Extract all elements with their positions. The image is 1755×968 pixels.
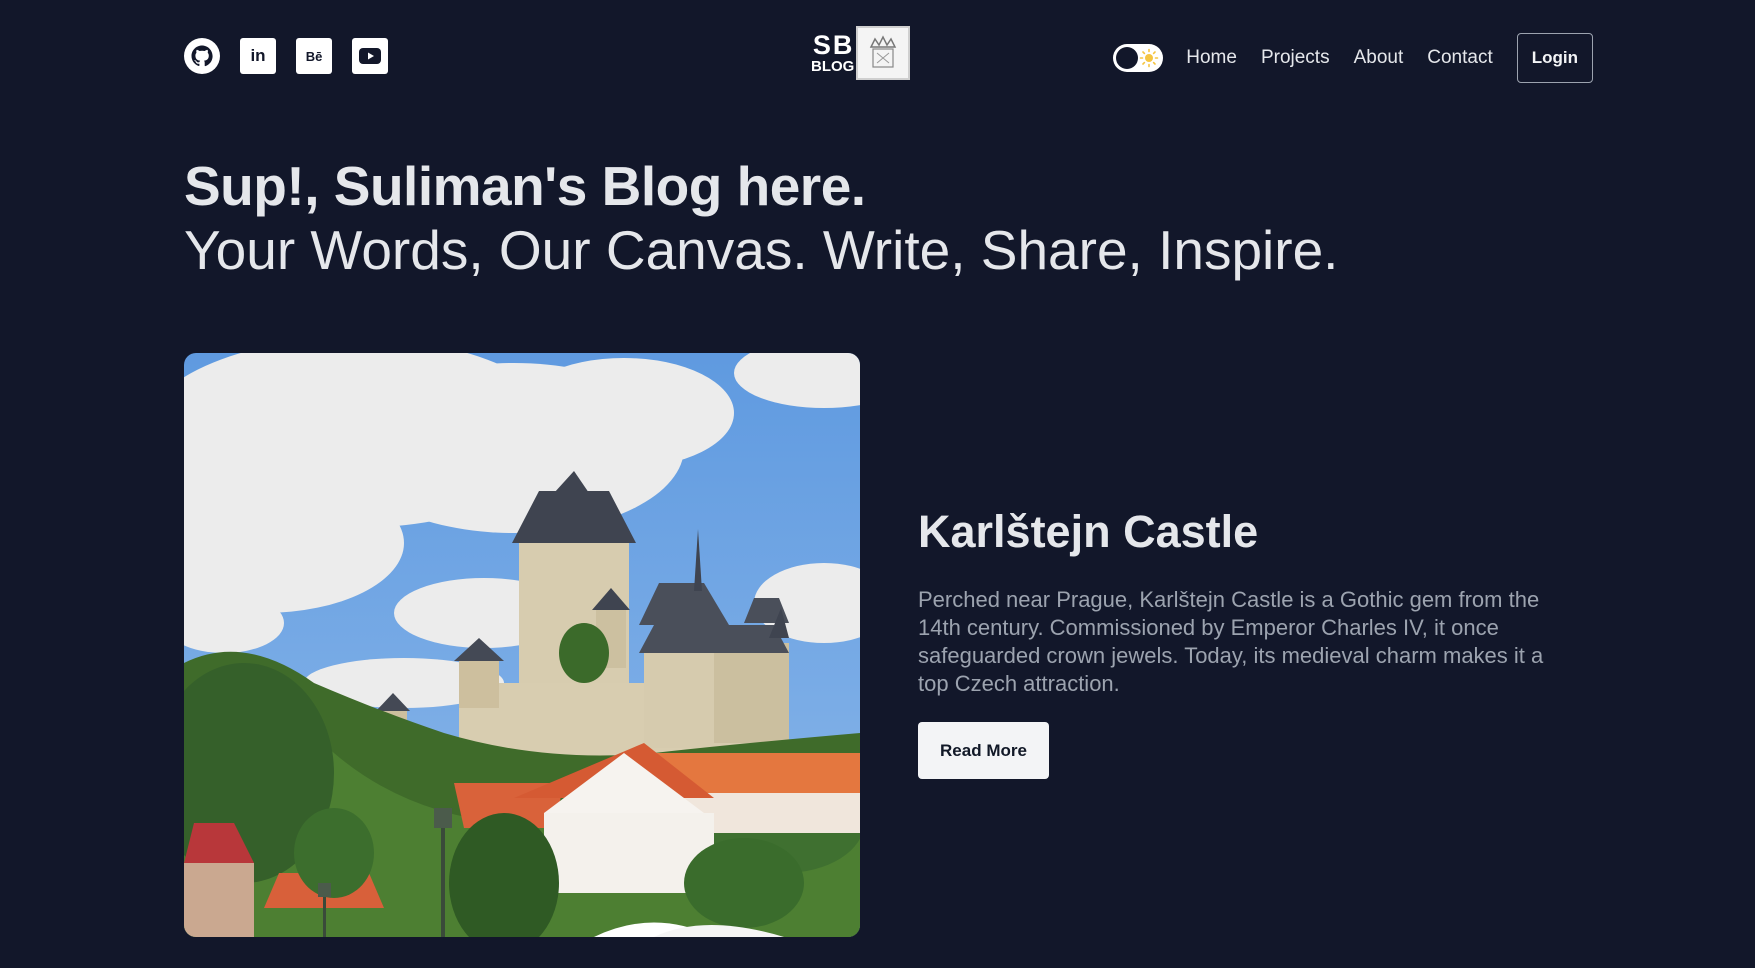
- main-nav: Home Projects About Contact Login: [1113, 33, 1593, 83]
- brand-logo[interactable]: SB BLOG: [811, 26, 911, 80]
- hero-subtitle: Your Words, Our Canvas. Write, Share, In…: [184, 219, 1339, 281]
- nav-contact[interactable]: Contact: [1427, 47, 1492, 69]
- post-title: Karlštejn Castle: [918, 506, 1259, 557]
- brand-line1: SB: [812, 30, 855, 60]
- brand-wordmark: SB BLOG: [811, 30, 855, 75]
- toggle-knob: [1116, 47, 1139, 69]
- social-links: in Bē: [184, 38, 388, 74]
- behance-glyph: Bē: [305, 48, 323, 64]
- brand-line2: BLOG: [811, 58, 855, 75]
- featured-post: Karlštejn Castle Perched near Prague, Ka…: [918, 506, 1578, 779]
- github-icon[interactable]: [184, 38, 220, 74]
- nav-projects[interactable]: Projects: [1261, 47, 1330, 69]
- linkedin-glyph: in: [250, 46, 266, 65]
- theme-toggle[interactable]: [1113, 44, 1164, 72]
- linkedin-icon[interactable]: in: [240, 38, 276, 74]
- behance-icon[interactable]: Bē: [296, 38, 332, 74]
- post-excerpt: Perched near Prague, Karlštejn Castle is…: [918, 587, 1544, 696]
- login-button[interactable]: Login: [1516, 33, 1593, 83]
- read-more-button[interactable]: Read More: [918, 722, 1049, 779]
- page: in Bē SB BLOG Home Projects About Contac…: [0, 0, 1755, 968]
- youtube-icon[interactable]: [352, 38, 388, 74]
- site-header: in Bē SB BLOG Home Projects About Contac…: [184, 26, 1593, 86]
- crown-icon: [856, 26, 911, 80]
- castle-photo[interactable]: [184, 353, 860, 937]
- hero-title: Sup!, Suliman's Blog here.: [184, 155, 866, 217]
- nav-home[interactable]: Home: [1186, 47, 1237, 69]
- nav-about[interactable]: About: [1354, 47, 1404, 69]
- sun-icon: [1139, 48, 1159, 68]
